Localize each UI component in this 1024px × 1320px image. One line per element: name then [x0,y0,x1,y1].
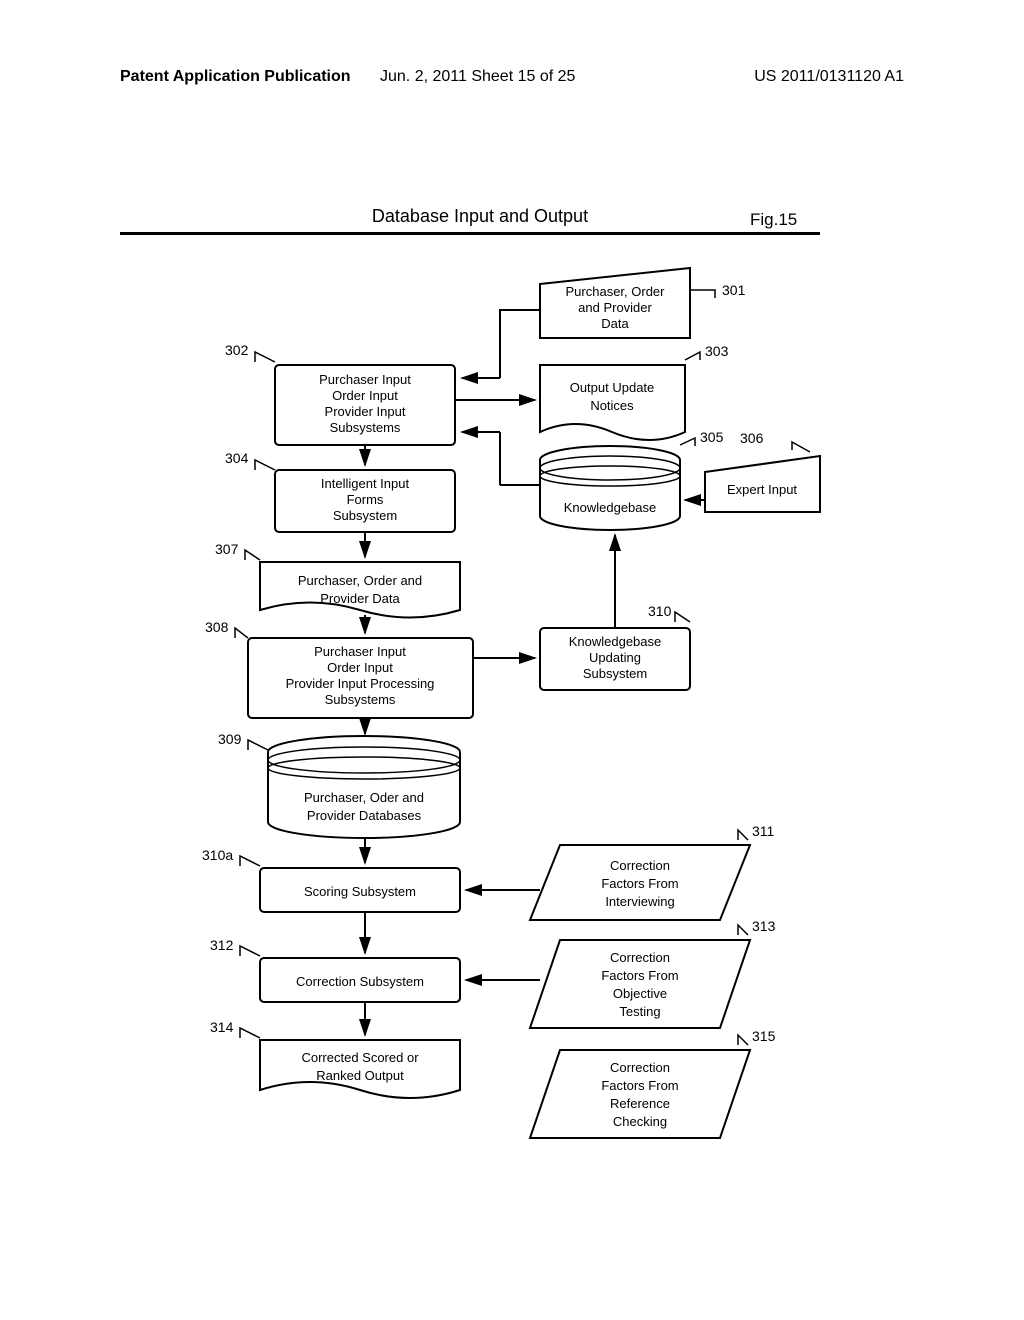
ref-label: 315 [752,1028,776,1044]
node-correction-interviewing: Correction Factors From Interviewing [530,845,750,920]
node-label: Intelligent Input [321,476,410,491]
node-input-subsystems: Purchaser Input Order Input Provider Inp… [275,365,455,445]
flowchart-diagram: Purchaser, Order and Provider Data 301 O… [140,260,850,1220]
node-label: Provider Databases [307,808,422,823]
node-purchaser-order-provider-data-output: Purchaser, Order and Provider Data [260,562,460,618]
node-label: Reference [610,1096,670,1111]
node-corrected-scored-output: Corrected Scored or Ranked Output [260,1040,460,1098]
node-label: Purchaser, Oder and [304,790,424,805]
node-expert-input: Expert Input [705,456,820,512]
node-knowledgebase-db: Knowledgebase [540,446,680,530]
node-scoring-subsystem: Scoring Subsystem [260,868,460,912]
node-purchaser-order-provider-data-input: Purchaser, Order and Provider Data [540,268,690,338]
node-label: Provider Input [325,404,406,419]
node-label: Correction [610,950,670,965]
node-label: Purchaser, Order [566,284,666,299]
ref-label: 312 [210,937,234,953]
ref-label: 304 [225,450,249,466]
node-output-update-notices: Output Update Notices [540,365,685,440]
node-label: Interviewing [605,894,674,909]
header-left: Patent Application Publication [120,68,351,86]
node-label: Subsystems [330,420,401,435]
ref-label: 310 [648,603,672,619]
node-label: Forms [347,492,384,507]
ref-label: 305 [700,429,724,445]
node-label: Subsystem [333,508,397,523]
node-correction-subsystem: Correction Subsystem [260,958,460,1002]
ref-label: 302 [225,342,249,358]
node-label: Expert Input [727,482,797,497]
node-label: Factors From [601,968,678,983]
node-label: Updating [589,650,641,665]
node-label: Purchaser Input [314,644,406,659]
ref-label: 311 [752,823,775,839]
title-divider [120,232,820,235]
node-label: Notices [590,398,634,413]
node-label: and Provider [578,300,652,315]
node-knowledgebase-updating: Knowledgebase Updating Subsystem [540,628,690,690]
node-label: Correction [610,1060,670,1075]
page-container: Patent Application Publication Jun. 2, 2… [0,0,1024,1320]
node-label: Subsystem [583,666,647,681]
node-label: Subsystems [325,692,396,707]
ref-label: 313 [752,918,776,934]
ref-label: 303 [705,343,729,359]
header-mid: Jun. 2, 2011 Sheet 15 of 25 [380,68,575,86]
node-input-processing-subsystems: Purchaser Input Order Input Provider Inp… [248,638,473,718]
ref-label: 310a [202,847,233,863]
node-label: Data [601,316,629,331]
diagram-title: Database Input and Output [150,206,810,227]
node-correction-objective-testing: Correction Factors From Objective Testin… [530,940,750,1028]
node-label: Correction [610,858,670,873]
node-label: Purchaser, Order and [298,573,422,588]
node-label: Order Input [332,388,398,403]
node-label: Scoring Subsystem [304,884,416,899]
node-purchaser-order-provider-db: Purchaser, Oder and Provider Databases [268,736,460,838]
node-label: Checking [613,1114,667,1129]
ref-label: 301 [722,282,746,298]
node-label: Ranked Output [316,1068,404,1083]
node-label: Factors From [601,876,678,891]
node-label: Factors From [601,1078,678,1093]
node-label: Order Input [327,660,393,675]
node-label: Correction Subsystem [296,974,424,989]
node-label: Output Update [570,380,655,395]
ref-label: 306 [740,430,764,446]
node-label: Objective [613,986,667,1001]
node-label: Provider Data [320,591,400,606]
node-label: Testing [619,1004,660,1019]
node-label: Provider Input Processing [286,676,435,691]
node-label: Knowledgebase [564,500,657,515]
ref-label: 307 [215,541,239,557]
ref-label: 314 [210,1019,234,1035]
ref-label: 308 [205,619,229,635]
node-label: Knowledgebase [569,634,662,649]
ref-label: 309 [218,731,242,747]
figure-number: Fig.15 [750,210,797,230]
node-intelligent-input-forms: Intelligent Input Forms Subsystem [275,470,455,532]
header-right: US 2011/0131120 A1 [754,68,904,86]
node-label: Corrected Scored or [301,1050,419,1065]
node-label: Purchaser Input [319,372,411,387]
node-correction-reference-checking: Correction Factors From Reference Checki… [530,1050,750,1138]
